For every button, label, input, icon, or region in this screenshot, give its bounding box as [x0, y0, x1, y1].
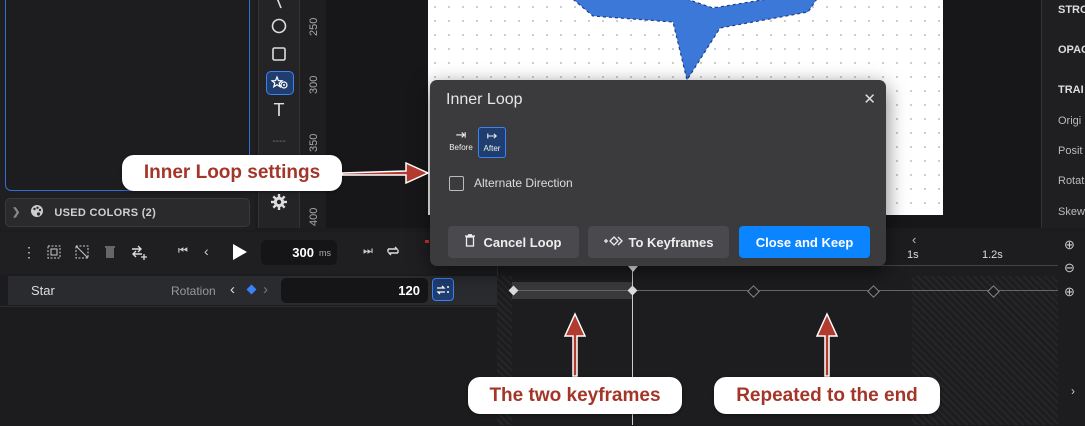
play-icon[interactable]	[232, 243, 248, 266]
dialog-title: Inner Loop	[446, 91, 523, 108]
time-mark: 1.2s	[982, 249, 1003, 261]
zoom-out-icon[interactable]: ⊖	[1064, 260, 1075, 276]
arrow-from-bar-icon: ↦	[486, 128, 498, 143]
used-colors-label: USED COLORS (2)	[54, 206, 157, 219]
record-indicator	[425, 240, 429, 243]
more-vertical-icon[interactable]: ⋮	[22, 244, 36, 261]
time-mark: 1s	[907, 249, 919, 261]
keyframe-diamond-icon[interactable]	[246, 284, 257, 295]
vertical-ruler: 250 300 350 400	[300, 0, 326, 228]
gear-icon[interactable]	[266, 191, 292, 213]
timeline-scroll-left-icon[interactable]: ‹	[912, 232, 916, 247]
timeline-zoom-controls: ⊕ ⊖ ⊕ ›	[1058, 232, 1085, 425]
property-track-line	[512, 290, 1058, 291]
property-name: Rotation	[171, 284, 216, 298]
callout-arrow-up	[815, 312, 839, 377]
trash-icon[interactable]	[104, 245, 116, 264]
prev-keyframe-icon[interactable]: ‹	[230, 281, 235, 298]
zoom-fit-icon[interactable]: ⊕	[1064, 284, 1075, 300]
star-tool-icon[interactable]	[266, 71, 294, 95]
loop-after-button[interactable]: ↦ After	[478, 127, 506, 158]
duration-field[interactable]: 300 ms	[261, 240, 337, 265]
to-keyframes-button[interactable]: To Keyframes	[588, 226, 729, 258]
layer-name: Star	[31, 283, 55, 298]
tools-column: T ----	[258, 0, 300, 228]
property-value-field[interactable]: 120	[281, 278, 428, 303]
tools-divider: ----	[272, 135, 286, 147]
playhead-marker[interactable]	[628, 266, 638, 272]
timeline-scroll-right-icon[interactable]: ›	[1071, 384, 1075, 398]
callout-repeated: Repeated to the end	[714, 377, 940, 414]
close-icon[interactable]: ✕	[863, 90, 876, 108]
property-value[interactable]: 120	[398, 283, 420, 298]
callout-arrow-up	[563, 312, 587, 377]
next-keyframe-icon[interactable]: ›	[263, 281, 268, 298]
callout-arrow-right	[341, 161, 430, 185]
after-label: After	[483, 144, 501, 153]
pen-tool-icon[interactable]	[266, 0, 292, 14]
zoom-in-icon[interactable]: ⊕	[1064, 237, 1075, 253]
skew-label: Skew	[1058, 206, 1085, 218]
skip-end-icon[interactable]: ⏭	[363, 245, 373, 258]
callout-two-keyframes: The two keyframes	[468, 377, 682, 414]
palette-icon	[30, 204, 44, 221]
rotation-label: Rotat	[1058, 175, 1085, 187]
trash-icon	[465, 234, 476, 250]
cancel-loop-button[interactable]: Cancel Loop	[448, 226, 579, 258]
keyframes-convert-icon	[603, 235, 624, 250]
ruler-label: 400	[308, 207, 320, 226]
duration-unit: ms	[319, 248, 331, 258]
arrow-to-bar-icon: ⇥	[455, 127, 467, 142]
deselect-icon[interactable]	[75, 245, 89, 264]
ruler-label: 350	[308, 133, 320, 152]
ruler-label: 300	[308, 75, 320, 94]
chevron-right-icon[interactable]: ❯	[12, 207, 20, 218]
step-back-icon[interactable]: ‹	[204, 243, 209, 259]
timeline-toolbar: ⋮ ⏮ ‹ 300 ms ⏭	[0, 232, 497, 274]
ellipse-tool-icon[interactable]	[266, 15, 292, 37]
inner-loop-dialog: Inner Loop ✕ ⇥ Before ↦ After Alternate …	[430, 80, 886, 266]
text-tool-icon[interactable]: T	[266, 99, 292, 121]
before-label: Before	[449, 143, 473, 152]
callout-inner-loop: Inner Loop settings	[122, 155, 342, 191]
loop-icon[interactable]	[386, 244, 400, 263]
position-label: Posit	[1058, 145, 1083, 157]
opacity-section-label: OPAC	[1058, 44, 1085, 56]
alternate-direction-label[interactable]: Alternate Direction	[474, 176, 573, 190]
add-loop-icon[interactable]	[130, 244, 148, 265]
ruler-label: 250	[308, 17, 320, 36]
used-colors-section[interactable]: ❯ USED COLORS (2)	[5, 198, 250, 227]
inner-loop-toggle-icon[interactable]	[432, 278, 454, 301]
stroke-section-label: STRO	[1058, 4, 1085, 16]
layer-row[interactable]: Star Rotation ‹ › 120	[8, 276, 497, 305]
cancel-loop-label: Cancel Loop	[483, 234, 562, 250]
duration-value[interactable]: 300	[292, 245, 314, 260]
select-all-icon[interactable]	[47, 245, 61, 264]
origin-label: Origi	[1058, 115, 1082, 127]
rectangle-tool-icon[interactable]	[266, 43, 292, 65]
layer-list	[0, 306, 497, 426]
properties-panel: STRO OPAC TRAI Origi Posit Rotat Skew	[1041, 0, 1085, 228]
close-and-keep-button[interactable]: Close and Keep	[739, 226, 870, 258]
transform-section-label: TRAI	[1058, 84, 1084, 96]
to-keyframes-label: To Keyframes	[628, 234, 714, 250]
skip-start-icon[interactable]: ⏮	[178, 245, 188, 258]
loop-before-button[interactable]: ⇥ Before	[448, 127, 474, 156]
alternate-direction-checkbox[interactable]	[449, 176, 464, 191]
